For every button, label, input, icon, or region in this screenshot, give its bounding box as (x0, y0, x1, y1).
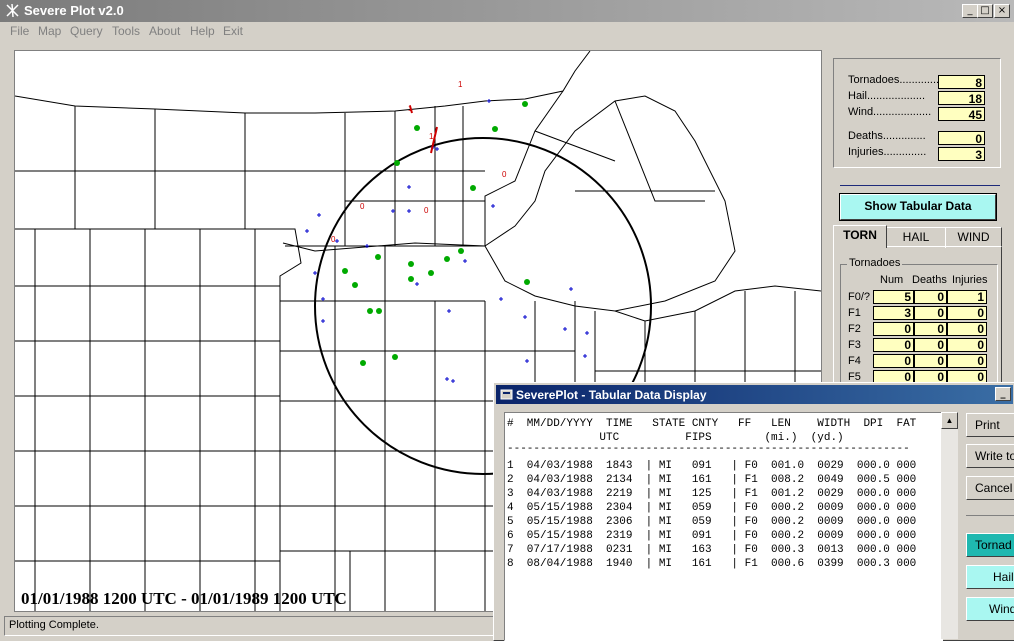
f1-injuries: 0 (947, 306, 987, 320)
wind-label: Wind................... (848, 106, 932, 118)
divider (840, 185, 1000, 186)
dialog-title-bar: SeverePlot - Tabular Data Display _ (496, 385, 1013, 404)
f0-injuries: 1 (947, 290, 987, 304)
app-icon (6, 3, 19, 18)
deaths-label: Deaths.............. (848, 130, 926, 142)
row-label: F4 (848, 355, 861, 367)
row-label: F1 (848, 307, 861, 319)
date-range-label: 01/01/1988 1200 UTC - 01/01/1989 1200 UT… (21, 589, 347, 608)
f4-injuries: 0 (947, 354, 987, 368)
tornadoes-group-label: Tornadoes (847, 257, 903, 269)
col-num: Num (880, 274, 904, 286)
table-row: 8 08/04/1988 1940 | MI 161 | F1 000.6 03… (507, 558, 917, 570)
close-button[interactable]: × (994, 4, 1010, 18)
f3-deaths: 0 (914, 338, 947, 352)
menu-bar: File Map Query Tools About Help Exit (0, 22, 1014, 42)
f2-num: 0 (873, 322, 914, 336)
table-divider: ----------------------------------------… (507, 443, 910, 455)
table-row: 5 05/15/1988 2306 | MI 059 | F0 000.2 00… (507, 516, 917, 528)
f2-deaths: 0 (914, 322, 947, 336)
svg-text:0: 0 (424, 206, 429, 215)
f4-num: 0 (873, 354, 914, 368)
svg-text:0: 0 (360, 202, 365, 211)
svg-text:1: 1 (429, 132, 434, 141)
menu-map[interactable]: Map (38, 24, 61, 38)
table-row: 6 05/15/1988 2319 | MI 091 | F0 000.2 00… (507, 530, 917, 542)
tab-wind[interactable]: WIND (945, 227, 1002, 248)
wind-count: 45 (938, 107, 985, 122)
row-label: F0/? (848, 291, 871, 303)
svg-text:0: 0 (502, 170, 507, 179)
hail-count: 18 (938, 91, 985, 106)
menu-help[interactable]: Help (190, 24, 215, 38)
dialog-title: SeverePlot - Tabular Data Display (516, 388, 707, 402)
f0-num: 5 (873, 290, 914, 304)
show-tabular-data-button[interactable]: Show Tabular Data (840, 194, 996, 220)
tornado-tracks (409, 105, 438, 154)
menu-query[interactable]: Query (70, 24, 103, 38)
table-row: 7 07/17/1988 0231 | MI 163 | F0 000.3 00… (507, 544, 917, 556)
hail-label: Hail................... (848, 90, 926, 102)
window-title: Severe Plot v2.0 (24, 3, 124, 18)
col-deaths: Deaths (912, 274, 947, 286)
table-row: 3 04/03/1988 2219 | MI 125 | F1 001.2 00… (507, 488, 917, 500)
hail-reports (342, 101, 530, 366)
row-label: F3 (848, 339, 861, 351)
svg-text:1: 1 (408, 104, 413, 113)
minimize-button[interactable]: _ (962, 4, 978, 18)
tornado-labels: 1 1 1 0 0 0 0 (331, 80, 507, 244)
wind-filter-button[interactable]: Wind (966, 597, 1014, 621)
table-header: # MM/DD/YYYY TIME STATE CNTY FF LEN WIDT… (507, 418, 917, 430)
table-row: 2 04/03/1988 2134 | MI 161 | F1 008.2 00… (507, 474, 917, 486)
hail-filter-button[interactable]: Hail (966, 565, 1014, 589)
tornadoes-count: 8 (938, 75, 985, 90)
col-injuries: Injuries (952, 274, 988, 286)
f0-deaths: 0 (914, 290, 947, 304)
injuries-label: Injuries.............. (848, 146, 927, 158)
status-bar: Plotting Complete. (4, 616, 494, 636)
menu-tools[interactable]: Tools (112, 24, 140, 38)
dialog-app-icon (500, 389, 513, 400)
cancel-button[interactable]: Cancel (966, 476, 1014, 500)
tornado-filter-button[interactable]: Tornad (966, 533, 1014, 557)
table-row: 1 04/03/1988 1843 | MI 091 | F0 001.0 00… (507, 460, 917, 472)
print-button[interactable]: Print (966, 413, 1014, 437)
f3-injuries: 0 (947, 338, 987, 352)
status-text: Plotting Complete. (9, 619, 99, 631)
counts-panel: Tornadoes............. 8 Hail...........… (833, 58, 1001, 168)
table-row: 4 05/15/1988 2304 | MI 059 | F0 000.2 00… (507, 502, 917, 514)
svg-text:1: 1 (458, 80, 463, 89)
dialog-divider (966, 515, 1014, 516)
f1-num: 3 (873, 306, 914, 320)
title-bar: Severe Plot v2.0 _ □ × (0, 0, 1014, 22)
deaths-count: 0 (938, 131, 985, 146)
svg-text:0: 0 (331, 235, 336, 244)
tab-torn[interactable]: TORN (833, 225, 887, 248)
menu-file[interactable]: File (10, 24, 29, 38)
row-label: F2 (848, 323, 861, 335)
dialog-minimize-button[interactable]: _ (995, 387, 1011, 401)
menu-about[interactable]: About (149, 24, 180, 38)
f1-deaths: 0 (914, 306, 947, 320)
maximize-button[interactable]: □ (977, 4, 993, 18)
tabular-data-text[interactable]: # MM/DD/YYYY TIME STATE CNTY FF LEN WIDT… (504, 412, 943, 641)
write-to-button[interactable]: Write to (966, 444, 1014, 468)
scroll-up-icon[interactable]: ▲ (941, 412, 958, 429)
tornadoes-label: Tornadoes............. (848, 74, 940, 86)
tab-hail[interactable]: HAIL (886, 227, 946, 248)
vertical-scrollbar[interactable]: ▲ (941, 412, 958, 639)
menu-exit[interactable]: Exit (223, 24, 243, 38)
f4-deaths: 0 (914, 354, 947, 368)
f2-injuries: 0 (947, 322, 987, 336)
f3-num: 0 (873, 338, 914, 352)
injuries-count: 3 (938, 147, 985, 162)
